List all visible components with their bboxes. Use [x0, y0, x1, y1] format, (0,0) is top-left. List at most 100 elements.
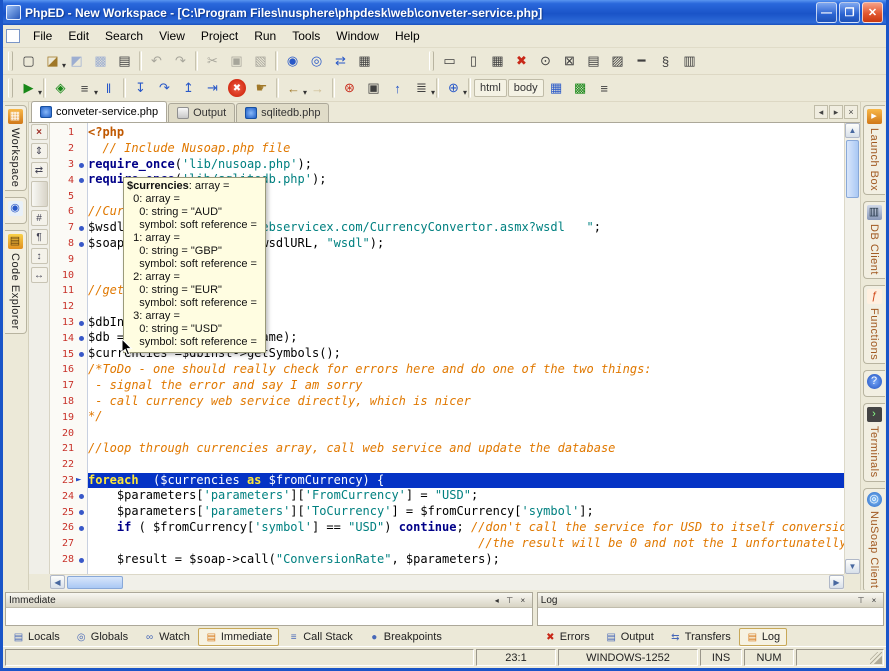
tab-watch[interactable]: ∞ Watch [136, 628, 197, 646]
gutter-line[interactable]: 9 [50, 251, 87, 267]
gutter-line[interactable]: 1 [50, 125, 87, 141]
gutter-line[interactable]: 22 [50, 457, 87, 473]
preview-button[interactable]: ▥ [678, 50, 701, 72]
tab-breakpoints[interactable]: ● Breakpoints [361, 628, 449, 646]
scroll-sync-button[interactable]: ⇕ [31, 143, 48, 159]
menu-view[interactable]: View [151, 26, 193, 46]
run-options-button[interactable]: ≡ [73, 77, 96, 99]
save-all-button[interactable]: ▩ [89, 50, 112, 72]
insert-form-button[interactable]: ▭ [438, 50, 461, 72]
gutter-line[interactable]: 10 [50, 267, 87, 283]
tab-output[interactable]: Output [168, 103, 235, 122]
editor-close-button[interactable]: × [31, 124, 48, 140]
tab-call-stack[interactable]: ≡ Call Stack [280, 628, 360, 646]
menu-edit[interactable]: Edit [60, 26, 97, 46]
scroll-up-icon[interactable]: ▲ [845, 123, 860, 138]
code-line[interactable]: <?php [88, 125, 844, 141]
gutter-line[interactable]: 8 [50, 236, 87, 252]
pin-button[interactable]: ⊤ [855, 594, 867, 606]
tab-globals[interactable]: ◎ Globals [68, 628, 135, 646]
gutter-line[interactable]: 27 [50, 536, 87, 552]
more-tools-button[interactable]: ≡ [593, 77, 616, 99]
paste-button[interactable]: ▧ [249, 50, 272, 72]
tab-sqlitedb[interactable]: sqlitedb.php [236, 103, 329, 122]
functions-tab[interactable]: ƒ Functions [863, 285, 885, 364]
code-line[interactable]: require_once('lib/nusoap.php'); [88, 157, 844, 173]
gutter-line[interactable]: 14 [50, 330, 87, 346]
redo-button[interactable]: ↷ [169, 50, 192, 72]
gutter-line[interactable]: 25 [50, 504, 87, 520]
tab-transfers[interactable]: ⇆ Transfers [662, 628, 738, 646]
gutter-line[interactable]: 6 [50, 204, 87, 220]
terminals-tab[interactable]: › Terminals [863, 403, 885, 482]
code-line[interactable]: $parameters['parameters']['ToCurrency'] … [88, 504, 844, 520]
tab-immediate[interactable]: ▤ Immediate [198, 628, 279, 646]
code-explorer-tab[interactable]: ▤ Code Explorer [5, 230, 27, 334]
run-button[interactable]: ▶ [17, 77, 40, 99]
hscroll-thumb[interactable] [67, 576, 123, 589]
immediate-content[interactable] [6, 608, 532, 625]
menu-window[interactable]: Window [328, 26, 387, 46]
navigate-forward-button[interactable]: → [306, 77, 329, 99]
gutter-line[interactable]: 16 [50, 362, 87, 378]
step-into-button[interactable]: ↧ [129, 77, 152, 99]
code-line[interactable]: //loop through currencies array, call we… [88, 441, 844, 457]
code-line[interactable]: - signal the error and say I am sorry [88, 378, 844, 394]
gutter-line[interactable]: 12 [50, 299, 87, 315]
close-button[interactable]: ✕ [862, 2, 883, 23]
save-button[interactable]: ◩ [65, 50, 88, 72]
expand-vertical-button[interactable]: ↕ [31, 248, 48, 264]
insert-anchor-button[interactable]: § [654, 50, 677, 72]
gutter-line[interactable]: 5 [50, 188, 87, 204]
insert-table-button[interactable]: ▦ [486, 50, 509, 72]
log-content[interactable] [538, 608, 883, 625]
menu-run[interactable]: Run [246, 26, 284, 46]
gutter-line[interactable]: 21 [50, 441, 87, 457]
scroll-left-icon[interactable]: ◀ [50, 575, 65, 589]
insert-text-field-button[interactable]: ▯ [462, 50, 485, 72]
titlebar[interactable]: PhpED - New Workspace - [C:\Program File… [3, 0, 886, 25]
gutter-line[interactable]: 11 [50, 283, 87, 299]
nusoap-client-tab[interactable]: ◎ NuSoap Client [863, 488, 885, 592]
insert-radio-button[interactable]: ⊙ [534, 50, 557, 72]
close-panel-button[interactable]: × [517, 594, 529, 606]
find-button[interactable]: ◉ [281, 50, 304, 72]
scroll-right-icon[interactable]: ▶ [829, 575, 844, 589]
code-line[interactable]: // Include Nusoap.php file [88, 141, 844, 157]
gutter-line[interactable]: 7 [50, 220, 87, 236]
copy-button[interactable]: ▣ [225, 50, 248, 72]
gutter-line[interactable]: 17 [50, 378, 87, 394]
vscroll-thumb[interactable] [846, 140, 859, 198]
code-line[interactable]: $result = $soap->call("ConversionRate", … [88, 552, 844, 568]
close-panel-button[interactable]: × [868, 594, 880, 606]
gutter-line[interactable]: 15 [50, 346, 87, 362]
gutter-line[interactable]: 3 [50, 157, 87, 173]
code-line[interactable] [88, 457, 844, 473]
splitter-thumb[interactable] [31, 181, 48, 207]
tab-errors[interactable]: ✖ Errors [537, 628, 597, 646]
immediate-caption[interactable]: Immediate ◂⊤× [6, 593, 532, 608]
run-to-cursor-button[interactable]: ⇥ [201, 77, 224, 99]
scroll-down-icon[interactable]: ▼ [845, 559, 860, 574]
gutter-line[interactable]: 23► [50, 473, 87, 489]
scroll-tabs-left-button[interactable]: ◂ [814, 105, 828, 119]
table-view-button[interactable]: ▦ [545, 77, 568, 99]
tools-button[interactable]: ⊛ [338, 77, 361, 99]
editor-vscrollbar[interactable]: ▲ ▼ [844, 123, 860, 574]
document-icon[interactable] [6, 29, 20, 43]
tab-locals[interactable]: ▤ Locals [5, 628, 67, 646]
line-numbers-toggle[interactable]: # [31, 210, 48, 226]
tab-conveter-service[interactable]: conveter-service.php [31, 101, 167, 122]
gutter-line[interactable]: 2 [50, 141, 87, 157]
restore-button[interactable]: ❐ [839, 2, 860, 23]
open-file-button[interactable]: ◪ [41, 50, 64, 72]
log-caption[interactable]: Log ⊤× [538, 593, 883, 608]
menu-project[interactable]: Project [193, 26, 246, 46]
gutter-line[interactable]: 28 [50, 552, 87, 568]
gutter-line[interactable]: 19 [50, 409, 87, 425]
find-next-button[interactable]: ◎ [305, 50, 328, 72]
run-in-browser-button[interactable]: ◈ [49, 77, 72, 99]
code-line[interactable]: if ( $fromCurrency['symbol'] == "USD") c… [88, 520, 844, 536]
palette-button[interactable]: ▩ [569, 77, 592, 99]
tab-output[interactable]: ▤ Output [598, 628, 661, 646]
